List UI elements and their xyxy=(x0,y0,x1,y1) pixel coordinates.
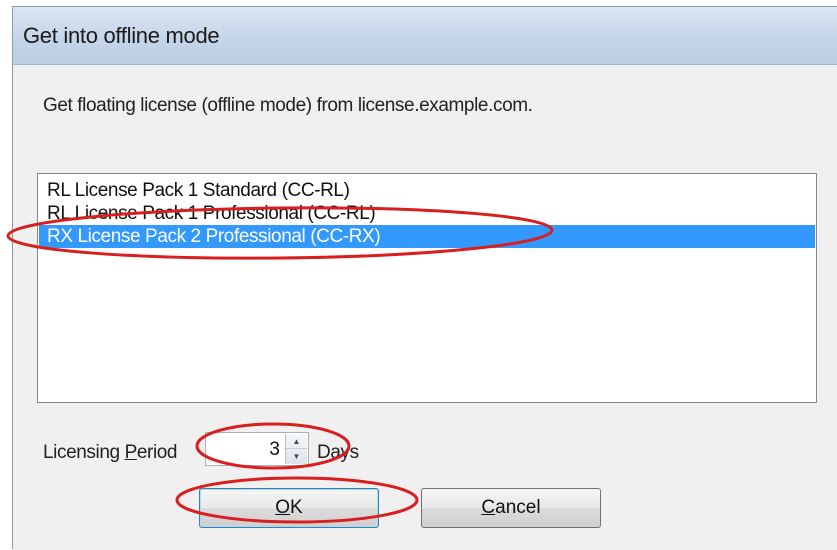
list-item-label: RL License Pack 1 Professional (CC-RL) xyxy=(47,203,376,224)
licensing-period-label-prefix: Licensing xyxy=(43,442,125,463)
list-item-label: RX License Pack 2 Professional (CC-RX) xyxy=(47,226,381,247)
licensing-period-label: Licensing Period xyxy=(43,442,177,464)
cancel-button-accel: C xyxy=(481,497,496,518)
list-item[interactable]: RL License Pack 1 Professional (CC-RL) xyxy=(39,202,815,225)
spin-down-icon[interactable]: ▼ xyxy=(286,449,307,464)
licensing-period-stepper[interactable]: 3 ▲ ▼ xyxy=(205,432,309,466)
ok-button-rest: K xyxy=(290,497,303,518)
licensing-period-label-suffix: eriod xyxy=(136,442,178,463)
cancel-button-rest: ancel xyxy=(495,497,541,518)
title-bar: Get into offline mode xyxy=(13,7,837,65)
spin-up-icon[interactable]: ▲ xyxy=(286,434,307,449)
list-item-label: RL License Pack 1 Standard (CC-RL) xyxy=(47,180,350,201)
ok-button-accel: O xyxy=(275,497,291,518)
dialog-title: Get into offline mode xyxy=(23,23,220,48)
offline-mode-dialog: Get into offline mode Get floating licen… xyxy=(12,6,837,550)
cancel-button[interactable]: Cancel xyxy=(421,488,601,528)
licensing-period-label-accel: P xyxy=(124,442,138,463)
license-listbox[interactable]: RL License Pack 1 Standard (CC-RL) RL Li… xyxy=(37,173,817,403)
list-item-selected[interactable]: RX License Pack 2 Professional (CC-RX) xyxy=(39,225,815,248)
days-unit-label: Days xyxy=(317,442,359,463)
licensing-period-value[interactable]: 3 xyxy=(269,439,280,461)
description-text: Get floating license (offline mode) from… xyxy=(43,95,533,116)
ok-button[interactable]: OK xyxy=(199,488,379,528)
dialog-body: Get floating license (offline mode) from… xyxy=(13,65,837,550)
list-item[interactable]: RL License Pack 1 Standard (CC-RL) xyxy=(39,179,815,202)
spin-buttons: ▲ ▼ xyxy=(285,434,307,464)
